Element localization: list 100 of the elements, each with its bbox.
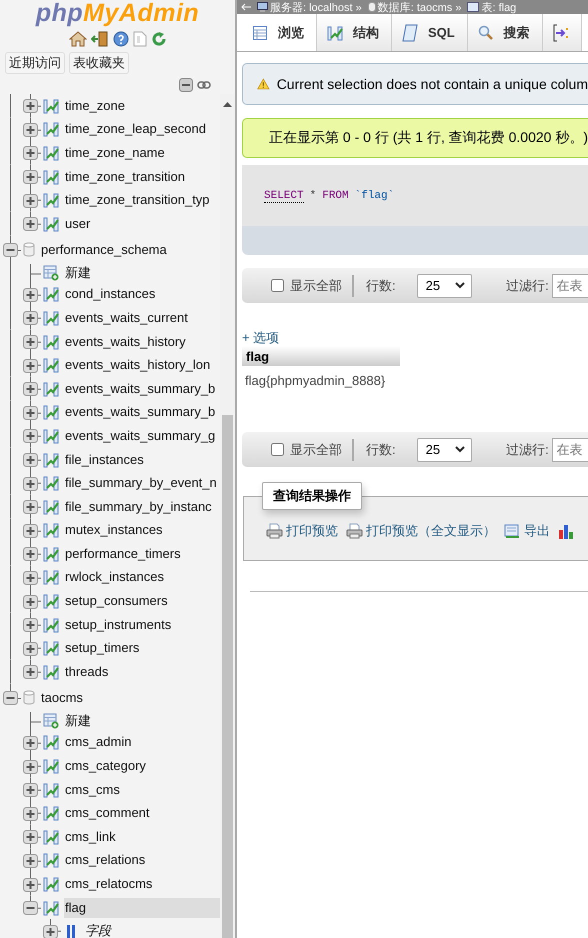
table-link[interactable]: flag bbox=[64, 898, 220, 918]
table-link[interactable]: setup_timers bbox=[64, 638, 220, 658]
collapse-icon[interactable] bbox=[23, 901, 38, 916]
new-table-link[interactable]: 新建 bbox=[64, 263, 220, 284]
table-link[interactable]: user bbox=[64, 214, 220, 234]
table-link[interactable]: rwlock_instances bbox=[64, 567, 220, 588]
table-link[interactable]: cond_instances bbox=[64, 284, 220, 304]
table-link[interactable]: file_summary_by_instanc bbox=[64, 496, 220, 517]
back-arrow-icon[interactable] bbox=[241, 3, 251, 11]
show-all-label[interactable]: 显示全部 bbox=[290, 276, 342, 294]
help-icon[interactable] bbox=[112, 31, 128, 47]
table-link[interactable]: events_waits_current bbox=[64, 308, 220, 328]
table-link[interactable]: events_waits_history_lon bbox=[64, 355, 220, 376]
operation-link[interactable]: 打印预览 bbox=[266, 522, 338, 540]
expand-icon[interactable] bbox=[23, 854, 38, 868]
checkbox[interactable] bbox=[271, 443, 284, 456]
expand-icon[interactable] bbox=[23, 382, 38, 396]
reload-icon[interactable] bbox=[150, 31, 166, 47]
expand-icon[interactable] bbox=[23, 217, 38, 232]
table-link[interactable]: time_zone_leap_second bbox=[64, 119, 220, 140]
table-link[interactable]: file_summary_by_event_n bbox=[64, 473, 220, 494]
tab[interactable]: 搜索 bbox=[468, 14, 543, 51]
expand-icon[interactable] bbox=[23, 594, 38, 609]
columns-link[interactable]: 字段 bbox=[84, 921, 220, 938]
expand-icon[interactable] bbox=[23, 288, 38, 302]
new-table-link[interactable]: 新建 bbox=[64, 711, 220, 732]
tab[interactable] bbox=[542, 14, 582, 51]
new-table-icon[interactable] bbox=[43, 265, 59, 282]
expand-icon[interactable] bbox=[23, 406, 38, 420]
table-link[interactable]: cms_relatocms bbox=[64, 874, 220, 894]
expand-icon[interactable] bbox=[23, 170, 38, 184]
options-link[interactable]: + 选项 bbox=[242, 330, 280, 345]
expand-icon[interactable] bbox=[23, 335, 38, 350]
collapse-all-icon[interactable] bbox=[179, 78, 193, 92]
table-link[interactable]: time_zone_transition bbox=[64, 166, 220, 187]
breadcrumb-link[interactable]: 服务器: localhost » bbox=[257, 0, 362, 14]
expand-icon[interactable] bbox=[23, 194, 38, 208]
expand-icon[interactable] bbox=[43, 924, 58, 938]
database-link[interactable]: performance_schema bbox=[40, 240, 220, 260]
expand-icon[interactable] bbox=[23, 783, 38, 798]
expand-icon[interactable] bbox=[23, 830, 38, 844]
table-link[interactable]: events_waits_summary_g bbox=[64, 426, 220, 446]
column-header[interactable]: flag bbox=[242, 346, 400, 366]
expand-icon[interactable] bbox=[23, 453, 38, 468]
expand-icon[interactable] bbox=[23, 642, 38, 656]
filter-field[interactable]: 在表 bbox=[552, 274, 588, 298]
table-link[interactable]: events_waits_history bbox=[64, 332, 220, 352]
expand-icon[interactable] bbox=[23, 500, 38, 514]
table-link[interactable]: cms_admin bbox=[64, 732, 220, 752]
expand-icon[interactable] bbox=[23, 547, 38, 562]
expand-icon[interactable] bbox=[23, 878, 38, 892]
table-link[interactable]: time_zone_transition_typ bbox=[64, 190, 220, 210]
breadcrumb-link[interactable]: 表: flag bbox=[467, 0, 516, 14]
collapse-icon[interactable] bbox=[3, 691, 18, 706]
expand-icon[interactable] bbox=[23, 570, 38, 585]
sidebar-tab-button[interactable]: 表收藏夹 bbox=[69, 52, 129, 74]
breadcrumb-link[interactable]: 数据库: taocms » bbox=[368, 0, 462, 14]
table-link[interactable]: cms_comment bbox=[64, 803, 220, 824]
checkbox[interactable] bbox=[271, 279, 284, 292]
tab[interactable]: SQL bbox=[392, 14, 468, 51]
rows-select[interactable]: 25 bbox=[416, 274, 472, 298]
expand-icon[interactable] bbox=[23, 311, 38, 326]
table-link[interactable]: cms_cms bbox=[64, 780, 220, 800]
table-link[interactable]: events_waits_summary_b bbox=[64, 402, 220, 422]
collapse-icon[interactable] bbox=[3, 243, 18, 258]
link-icon[interactable] bbox=[197, 81, 211, 89]
home-icon[interactable] bbox=[68, 31, 86, 47]
expand-icon[interactable] bbox=[23, 736, 38, 750]
scrollbar-thumb[interactable] bbox=[222, 415, 233, 938]
rows-select[interactable]: 25 bbox=[416, 438, 472, 462]
expand-icon[interactable] bbox=[23, 429, 38, 444]
table-link[interactable]: mutex_instances bbox=[64, 520, 220, 540]
table-link[interactable]: events_waits_summary_b bbox=[64, 378, 220, 399]
phpmyadmin-logo[interactable]: phpMyAdmin bbox=[36, 0, 200, 26]
expand-icon[interactable] bbox=[23, 476, 38, 491]
operation-link[interactable] bbox=[558, 522, 574, 540]
table-link[interactable]: threads bbox=[64, 662, 220, 682]
operation-link[interactable]: 打印预览（全文显示） bbox=[346, 522, 496, 540]
scroll-up-icon[interactable] bbox=[223, 102, 232, 107]
filter-field[interactable]: 在表 bbox=[552, 438, 588, 462]
table-link[interactable]: time_zone_name bbox=[64, 142, 220, 163]
expand-icon[interactable] bbox=[23, 99, 38, 114]
expand-icon[interactable] bbox=[23, 524, 38, 538]
exit-door-icon[interactable] bbox=[90, 31, 108, 47]
operation-link[interactable]: 导出 bbox=[504, 522, 550, 540]
table-link[interactable]: setup_consumers bbox=[64, 591, 220, 612]
table-link[interactable]: cms_category bbox=[64, 756, 220, 776]
table-link[interactable]: cms_relations bbox=[64, 850, 220, 870]
table-link[interactable]: file_instances bbox=[64, 450, 220, 470]
expand-icon[interactable] bbox=[23, 806, 38, 821]
expand-icon[interactable] bbox=[23, 760, 38, 774]
show-all-label[interactable]: 显示全部 bbox=[290, 440, 342, 458]
expand-icon[interactable] bbox=[23, 618, 38, 632]
expand-icon[interactable] bbox=[23, 358, 38, 373]
database-link[interactable]: taocms bbox=[40, 688, 220, 708]
expand-icon[interactable] bbox=[23, 122, 38, 137]
expand-icon[interactable] bbox=[23, 146, 38, 160]
new-table-icon[interactable] bbox=[43, 713, 59, 730]
expand-icon[interactable] bbox=[23, 665, 38, 680]
table-link[interactable]: cms_link bbox=[64, 826, 220, 847]
